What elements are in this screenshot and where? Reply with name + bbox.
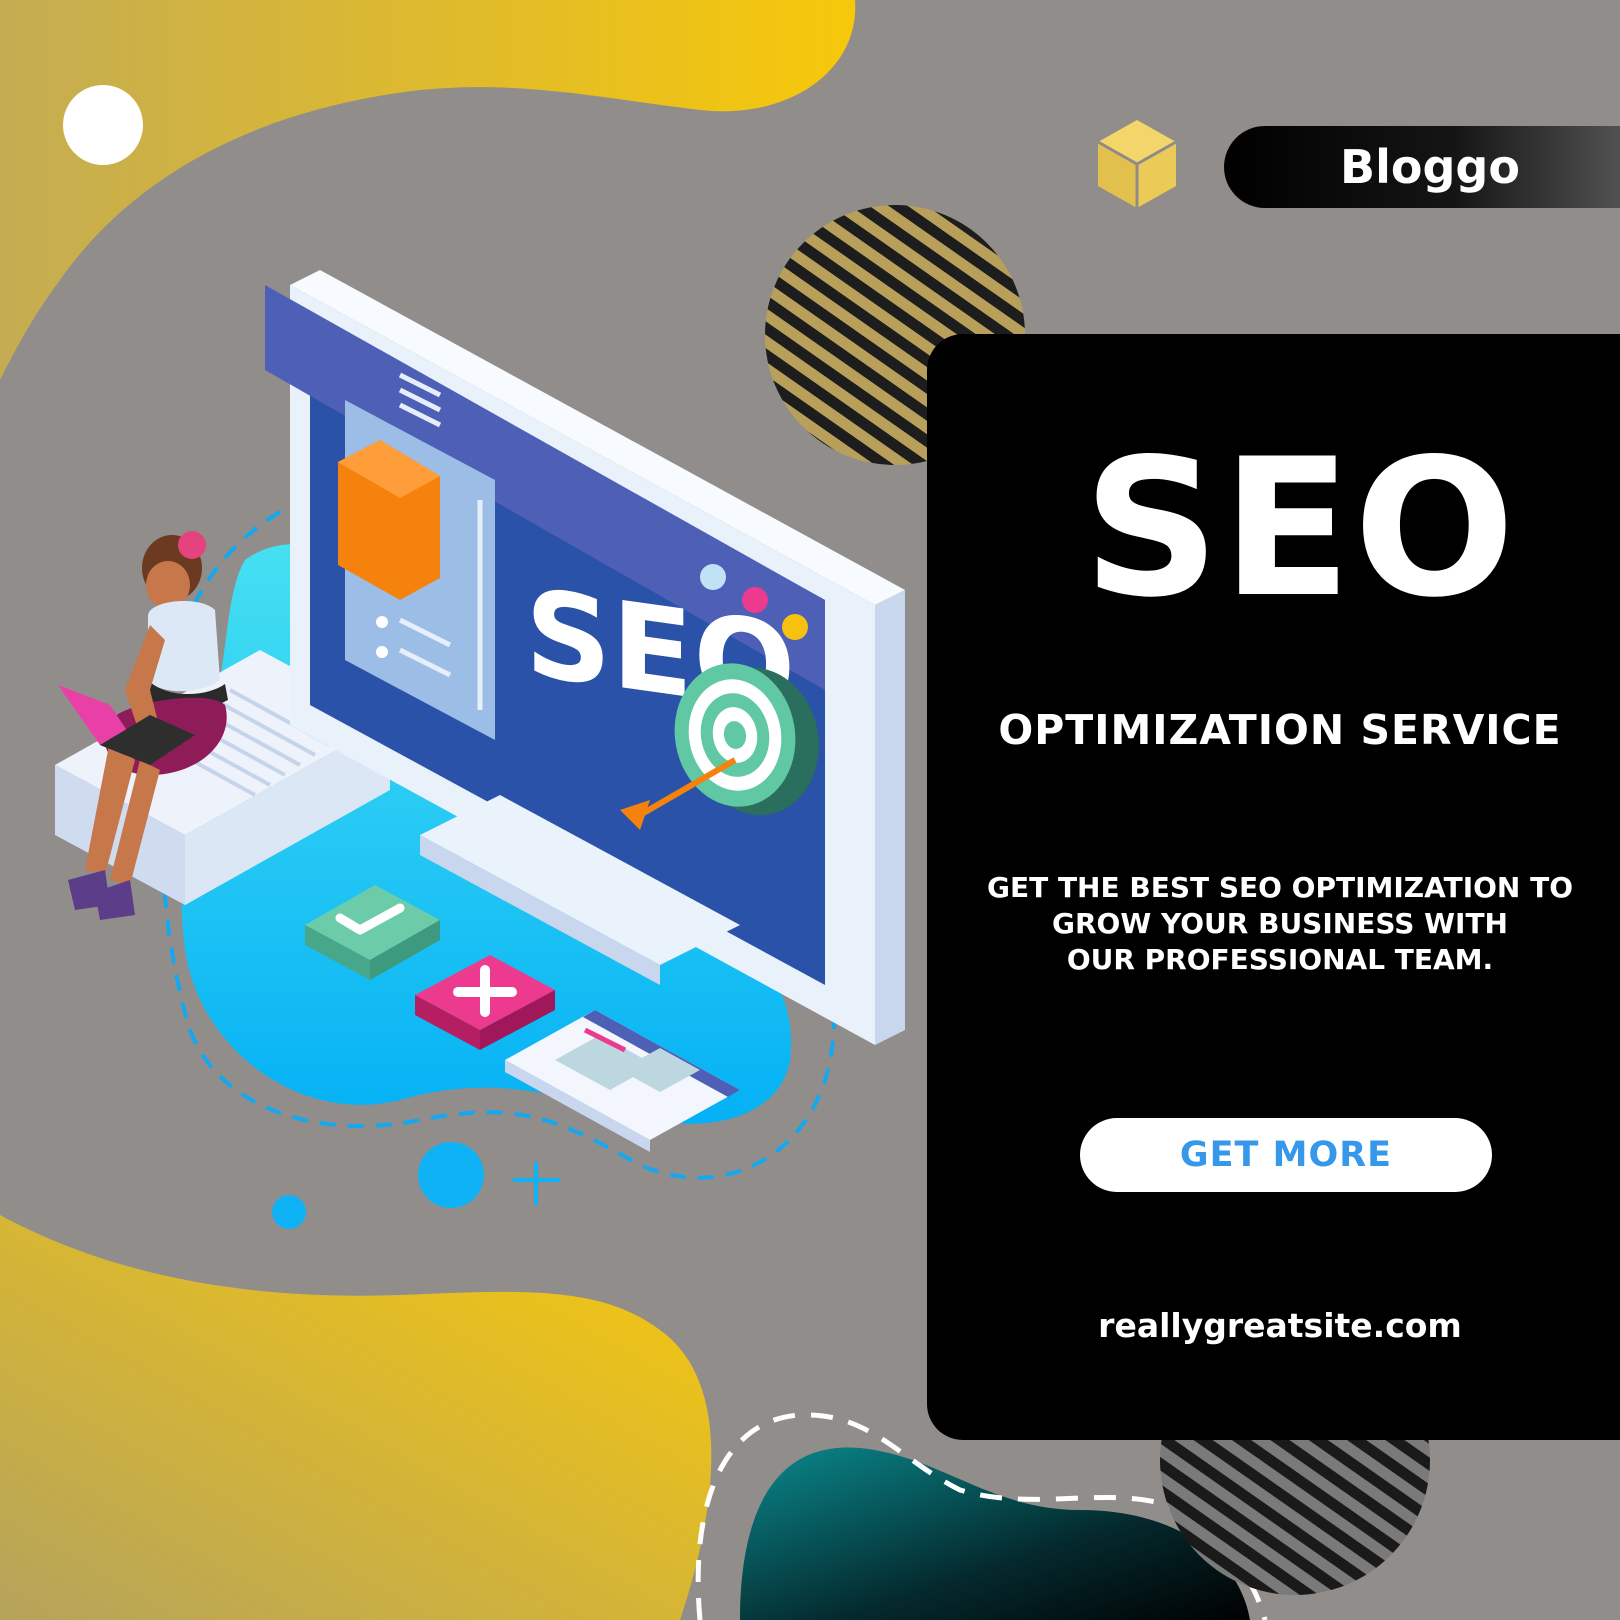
brand-name: Bloggo: [1340, 140, 1520, 194]
yellow-blob-bottom: [0, 1215, 712, 1620]
get-more-button[interactable]: GET MORE: [1080, 1118, 1492, 1192]
yellow-blob-top: [0, 0, 856, 380]
plus-mark: [513, 1162, 560, 1205]
website-link[interactable]: reallygreatsite.com: [1000, 1306, 1560, 1345]
cube-icon: [1097, 120, 1177, 208]
hero-description: GET THE BEST SEO OPTIMIZATION TO GROW YO…: [986, 871, 1574, 976]
white-dot: [63, 85, 143, 165]
blue-dot-large: [418, 1142, 484, 1208]
blue-dot-small: [272, 1195, 306, 1229]
hero-subtitle: OPTIMIZATION SERVICE: [998, 706, 1562, 754]
seo-ad-card: SEO Bloggo SEO OPTIMIZATION SERVICE GET …: [0, 0, 1620, 1620]
hero-title: SEO: [1082, 418, 1518, 639]
